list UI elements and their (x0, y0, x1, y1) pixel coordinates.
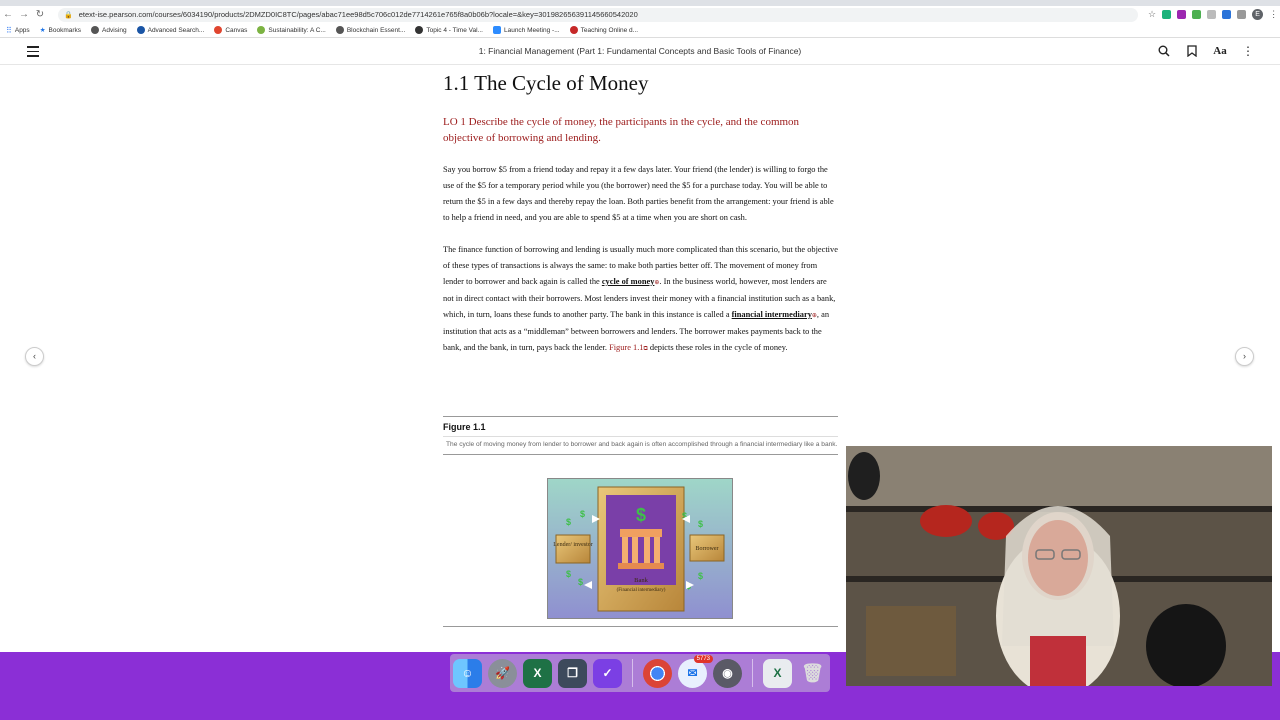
star-icon: ★ (39, 27, 46, 34)
site-icon (136, 26, 145, 34)
extension-icon[interactable] (1207, 10, 1217, 19)
cycle-of-money-diagram[interactable]: $ Lender/ investor Borrower Bank (Financ… (547, 478, 733, 619)
label-bank-sub: (Financial intermediary) (617, 588, 666, 593)
reader-title: 1: Financial Management (Part 1: Fundame… (478, 46, 802, 56)
figure-divider (443, 626, 838, 627)
bookmarks-bar: ⠿ Apps ★ Bookmarks Advising Advanced Searc… (0, 23, 1280, 38)
section-heading: 1.1 The Cycle of Money (443, 71, 649, 95)
extension-icon[interactable] (1222, 10, 1232, 19)
bookmark-launch-meeting[interactable]: Launch Meeting -... (492, 26, 560, 34)
finder-icon[interactable]: ☺ (453, 658, 482, 688)
star-icon[interactable]: ☆ (1148, 9, 1156, 20)
svg-text:$: $ (566, 569, 571, 579)
site-icon (569, 26, 578, 34)
zoom-icon (492, 26, 501, 34)
bookmark-sustainability[interactable]: Sustainability: A C... (257, 26, 326, 34)
reload-icon[interactable]: ↻ (32, 9, 48, 20)
site-icon (257, 26, 266, 34)
excel-icon[interactable]: X (523, 658, 552, 688)
previous-page-button[interactable]: ‹ (25, 347, 44, 366)
next-page-button[interactable]: › (1235, 347, 1254, 366)
excel-file-icon[interactable]: X (763, 658, 792, 688)
bookmark-apps[interactable]: ⠿ Apps (6, 26, 30, 35)
bookmark-advanced-search[interactable]: Advanced Search... (136, 26, 204, 34)
paragraph-2: The finance function of borrowing and le… (443, 245, 838, 352)
site-icon (415, 26, 424, 34)
lock-icon: 🔒 (64, 11, 73, 19)
svg-text:$: $ (698, 571, 703, 581)
svg-text:$: $ (636, 505, 646, 525)
glossary-term-financial-intermediary[interactable]: financial intermediary (732, 310, 812, 319)
webcam-video-overlay (846, 446, 1272, 686)
forward-icon[interactable]: → (16, 9, 32, 20)
trash-icon[interactable]: 🗑 (798, 659, 827, 688)
text-size-icon[interactable]: Aa (1213, 44, 1226, 58)
menu-icon[interactable]: ⋮ (1269, 9, 1278, 20)
extension-icons: ☆ E ⋮ (1148, 9, 1278, 20)
globe-icon (91, 26, 100, 34)
chrome-icon[interactable] (643, 658, 672, 688)
svg-text:$: $ (698, 519, 703, 529)
bookmark-blockchain[interactable]: Blockchain Essent... (335, 26, 405, 34)
profile-avatar[interactable]: E (1252, 9, 1264, 20)
url-text: etext-ise.pearson.com/courses/6034190/pr… (78, 10, 638, 19)
mail-icon[interactable]: ✉ 5773 (678, 654, 713, 688)
figure-link[interactable]: Figure 1.1 (609, 343, 643, 352)
extension-icon[interactable] (1192, 10, 1202, 19)
bookmark-canvas[interactable]: Canvas (214, 26, 247, 34)
svg-text:$: $ (578, 577, 583, 587)
url-field[interactable]: 🔒 etext-ise.pearson.com/courses/6034190/… (58, 7, 1138, 22)
bookmark-bookmarks[interactable]: ★ Bookmarks (39, 26, 81, 35)
reader-header: 1: Financial Management (Part 1: Fundame… (0, 38, 1280, 65)
figure-1-1: Figure 1.1 The cycle of moving money fro… (443, 416, 838, 627)
address-row: ← → ↻ 🔒 etext-ise.pearson.com/courses/60… (0, 6, 1280, 23)
bookmark-advising[interactable]: Advising (91, 26, 127, 34)
extension-icon[interactable] (1177, 10, 1187, 19)
label-lender: Lender/ investor (553, 542, 593, 548)
canvas-icon (214, 26, 223, 34)
dock-separator (752, 659, 753, 687)
bookmark-teaching-online[interactable]: Teaching Online d... (569, 26, 638, 34)
media-app-icon[interactable]: ◉ (713, 658, 742, 688)
macos-dock: ☺ 🚀 X ❐ ✓ ✉ 5773 ◉ X 🗑 (450, 654, 830, 692)
search-icon[interactable] (1158, 44, 1170, 58)
extension-icon[interactable] (1162, 10, 1172, 19)
back-icon[interactable]: ← (0, 9, 16, 20)
reader-tools: Aa ⋮ (1158, 44, 1254, 58)
figure-caption: The cycle of moving money from lender to… (443, 436, 838, 455)
label-bank: Bank (634, 577, 648, 584)
svg-text:$: $ (566, 517, 571, 527)
paragraph-1: Say you borrow $5 from a friend today an… (443, 165, 834, 222)
bookmark-icon[interactable] (1186, 44, 1198, 58)
notification-badge: 5773 (693, 654, 713, 663)
apps-grid-icon: ⠿ (6, 25, 12, 35)
window-app-icon[interactable]: ❐ (558, 658, 587, 688)
svg-text:$: $ (580, 509, 585, 519)
reading-pane: 1.1 The Cycle of Money LO 1 Describe the… (443, 70, 838, 357)
label-borrower: Borrower (696, 546, 719, 552)
site-icon (335, 26, 344, 34)
more-options-icon[interactable]: ⋮ (1242, 44, 1254, 58)
learning-objective: LO 1 Describe the cycle of money, the pa… (443, 116, 800, 144)
launchpad-icon[interactable]: 🚀 (488, 658, 517, 688)
tasks-app-icon[interactable]: ✓ (593, 658, 622, 688)
bookmark-topic4[interactable]: Topic 4 - Time Val... (415, 26, 483, 34)
extension-icon[interactable] (1237, 10, 1247, 19)
dock-separator (632, 659, 633, 687)
glossary-term-cycle-of-money[interactable]: cycle of money (602, 277, 655, 286)
figure-title: Figure 1.1 (443, 422, 486, 432)
